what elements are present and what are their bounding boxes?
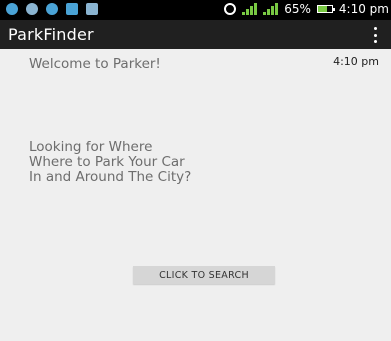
headline-line: Where to Park Your Car: [29, 154, 185, 170]
status-time: 4:10 pm: [338, 2, 389, 16]
system-status: 65% 4:10 pm: [224, 2, 389, 16]
notification-area: [6, 3, 98, 15]
app-title: ParkFinder: [8, 25, 94, 44]
welcome-text: Welcome to Parker!: [29, 56, 161, 72]
mail-icon: [66, 3, 78, 15]
notification-icon: [46, 3, 58, 15]
alarm-icon: [224, 3, 237, 15]
signal-icon: [242, 3, 258, 15]
notification-icon: [26, 3, 38, 15]
signal-icon: [263, 3, 279, 15]
headline-line: In and Around The City?: [29, 169, 192, 185]
notification-icon: [6, 3, 18, 15]
headline: Looking for Where Where to Park Your Car…: [29, 140, 191, 185]
chat-icon: [86, 3, 98, 15]
overflow-menu-icon[interactable]: [371, 27, 379, 43]
status-bar: 65% 4:10 pm: [0, 0, 391, 20]
battery-icon: [316, 5, 335, 13]
current-time: 4:10 pm: [333, 55, 379, 68]
app-bar: ParkFinder: [0, 20, 391, 49]
battery-percent: 65%: [284, 2, 311, 16]
headline-line: Looking for Where: [29, 139, 153, 155]
search-button[interactable]: CLICK TO SEARCH: [133, 266, 275, 284]
